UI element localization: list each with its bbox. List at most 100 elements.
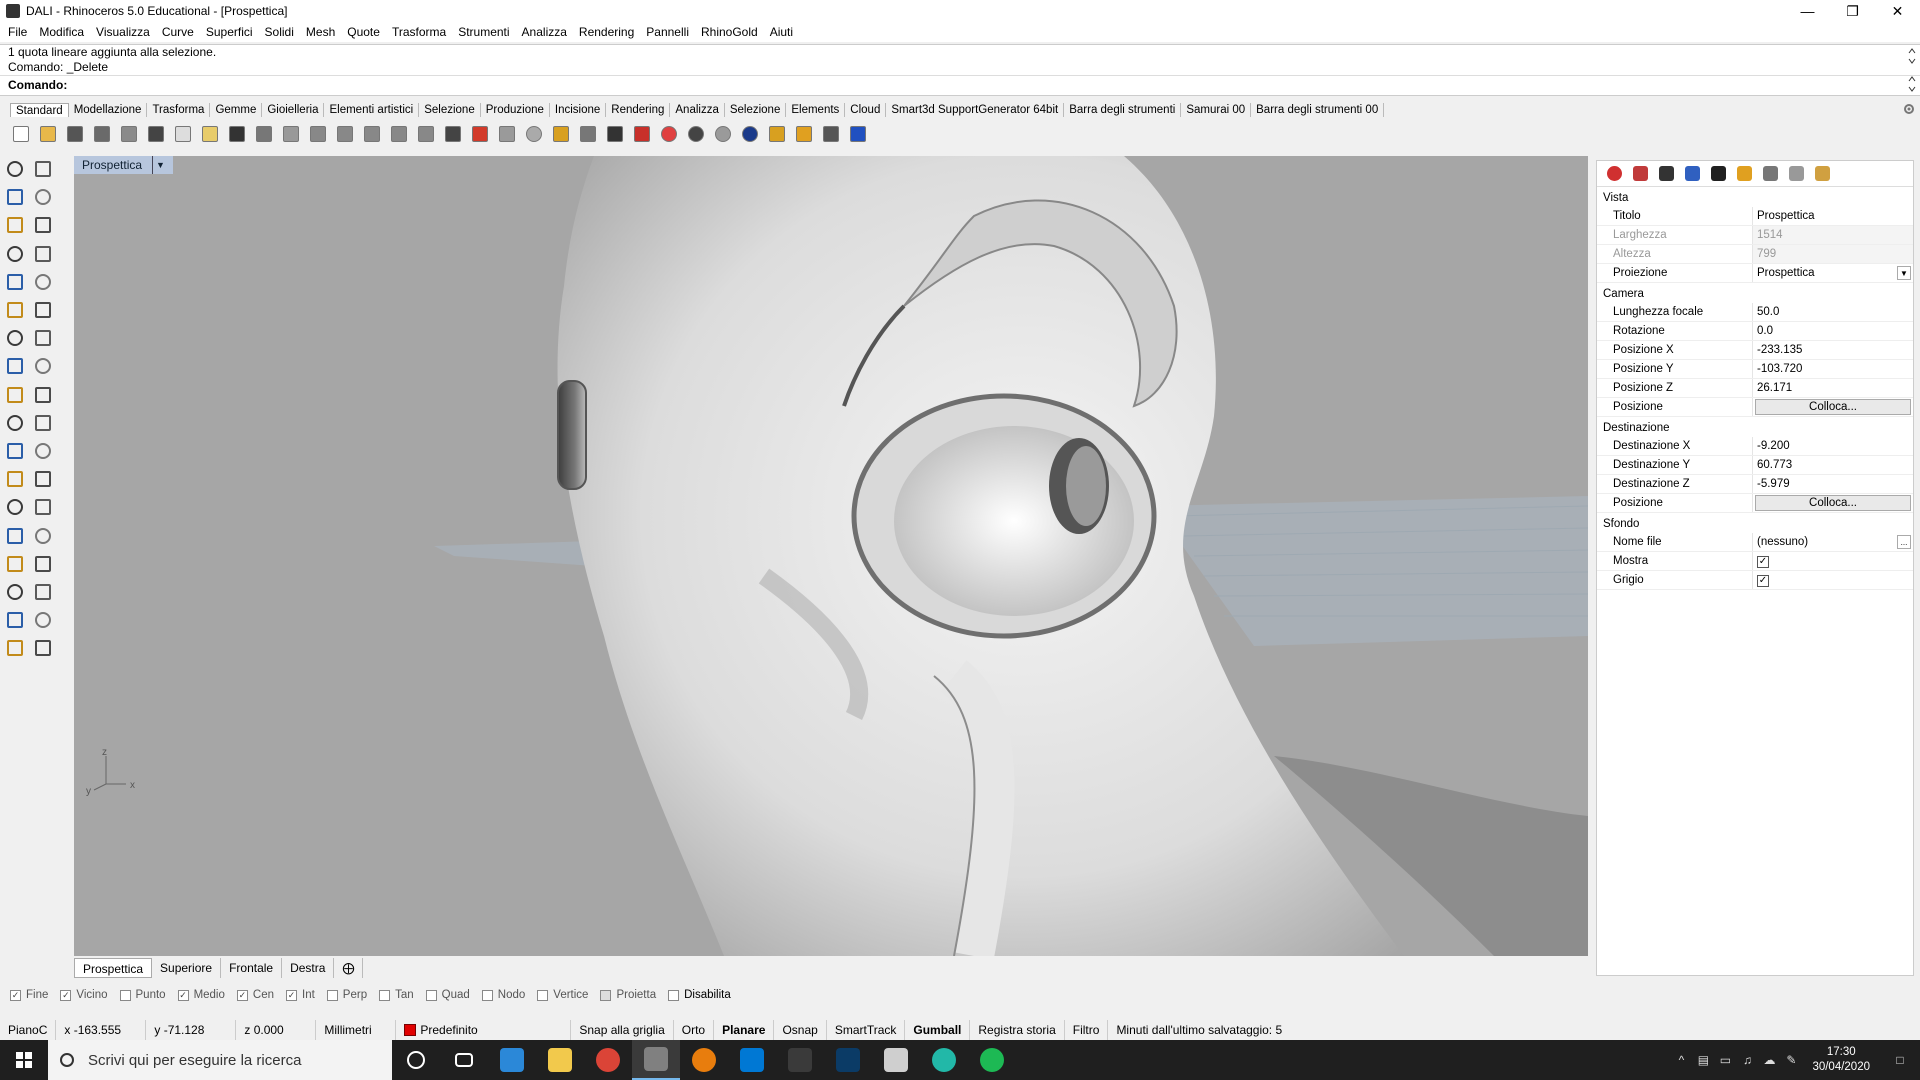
store-icon[interactable] bbox=[488, 1040, 536, 1080]
help-icon[interactable] bbox=[847, 123, 869, 145]
toggle-snap-grid[interactable]: Snap alla griglia bbox=[571, 1020, 674, 1040]
display-icon[interactable] bbox=[1653, 163, 1679, 185]
zoom-extents-icon[interactable] bbox=[361, 123, 383, 145]
property-value[interactable]: Colloca... bbox=[1753, 494, 1913, 512]
checkbox-icon[interactable]: ✓ bbox=[10, 989, 21, 1001]
four-viewports-icon[interactable] bbox=[442, 123, 464, 145]
curve-tools-icon[interactable] bbox=[32, 271, 54, 293]
checkbox-icon[interactable] bbox=[537, 989, 549, 1001]
toolbar-tab[interactable]: Gioielleria bbox=[262, 103, 325, 117]
colloca-button[interactable]: Colloca... bbox=[1755, 495, 1911, 511]
arc-icon[interactable] bbox=[4, 243, 26, 265]
colloca-button[interactable]: Colloca... bbox=[1755, 399, 1911, 415]
osnap-int[interactable]: ✓ Int bbox=[286, 989, 315, 1001]
toolbar-tab[interactable]: Gemme bbox=[210, 103, 263, 117]
toolbar-tab[interactable]: Barra degli strumenti 00 bbox=[1251, 103, 1385, 117]
property-value[interactable]: (nessuno)... bbox=[1753, 533, 1913, 551]
gear-icon[interactable] bbox=[793, 123, 815, 145]
menu-mesh[interactable]: Mesh bbox=[306, 25, 343, 39]
webex-icon[interactable] bbox=[920, 1040, 968, 1080]
undo-view-icon[interactable] bbox=[415, 123, 437, 145]
cloud-icon[interactable]: ☁ bbox=[1758, 1053, 1780, 1067]
color-wheel-icon[interactable] bbox=[658, 123, 680, 145]
new-file-icon[interactable] bbox=[10, 123, 32, 145]
checkbox-icon[interactable] bbox=[600, 989, 612, 1001]
layer-selector[interactable]: Predefinito bbox=[396, 1020, 572, 1040]
osnap-proietta[interactable]: Proietta bbox=[600, 989, 656, 1001]
toggle-planare[interactable]: Planare bbox=[714, 1020, 775, 1040]
cut-icon[interactable] bbox=[145, 123, 167, 145]
gold-icon[interactable] bbox=[32, 384, 54, 406]
zoom-window-icon[interactable] bbox=[334, 123, 356, 145]
toolbar-tab[interactable]: Modellazione bbox=[69, 103, 148, 117]
toolbar-tab[interactable]: Selezione bbox=[725, 103, 787, 117]
boolean-icon[interactable] bbox=[4, 384, 26, 406]
mesh-icon[interactable] bbox=[32, 355, 54, 377]
toggle-orto[interactable]: Orto bbox=[674, 1020, 715, 1040]
restore-icon[interactable]: ❐ bbox=[1830, 0, 1875, 22]
display-icon[interactable]: ▭ bbox=[1714, 1053, 1736, 1067]
property-value[interactable]: ✓ bbox=[1753, 552, 1913, 570]
minimize-icon[interactable]: — bbox=[1785, 0, 1830, 22]
polygon-icon[interactable] bbox=[4, 271, 26, 293]
toolbar-tab[interactable]: Rendering bbox=[606, 103, 671, 117]
menu-trasforma[interactable]: Trasforma bbox=[392, 25, 454, 39]
chevron-down-icon[interactable]: ▼ bbox=[152, 156, 165, 174]
add-viewport-icon[interactable]: ⨁ bbox=[334, 958, 364, 978]
select-points-icon[interactable] bbox=[550, 123, 572, 145]
calculator-icon[interactable] bbox=[776, 1040, 824, 1080]
grid-array-icon[interactable] bbox=[4, 581, 26, 603]
menu-rendering[interactable]: Rendering bbox=[579, 25, 642, 39]
checkbox-icon[interactable] bbox=[119, 989, 131, 1001]
layer-icon[interactable] bbox=[631, 123, 653, 145]
toolbar-tab[interactable]: Produzione bbox=[481, 103, 550, 117]
task-view-icon[interactable] bbox=[440, 1040, 488, 1080]
light-icon[interactable] bbox=[1731, 163, 1757, 185]
history-icon[interactable] bbox=[1757, 163, 1783, 185]
layer-icon[interactable] bbox=[1627, 163, 1653, 185]
toolbar-tab[interactable]: Selezione bbox=[419, 103, 481, 117]
units-label[interactable]: Millimetri bbox=[316, 1020, 397, 1040]
toolbar-tab[interactable]: Cloud bbox=[845, 103, 887, 117]
zoom-icon[interactable] bbox=[307, 123, 329, 145]
file-explorer-icon[interactable] bbox=[536, 1040, 584, 1080]
analyze-icon[interactable] bbox=[32, 553, 54, 575]
toolbar-tab[interactable]: Smart3d SupportGenerator 64bit bbox=[886, 103, 1065, 117]
toggle-osnap[interactable]: Osnap bbox=[774, 1020, 827, 1040]
checkbox-icon[interactable]: ✓ bbox=[1757, 575, 1769, 587]
blender-icon[interactable] bbox=[680, 1040, 728, 1080]
menu-modifica[interactable]: Modifica bbox=[39, 25, 92, 39]
menu-pannelli[interactable]: Pannelli bbox=[646, 25, 697, 39]
osnap-vicino[interactable]: ✓ Vicino bbox=[60, 989, 108, 1001]
toolbar-tab[interactable]: Elementi artistici bbox=[324, 103, 420, 117]
tab-frontale[interactable]: Frontale bbox=[221, 958, 283, 978]
transform-icon[interactable] bbox=[32, 412, 54, 434]
toolbar-tab[interactable]: Barra degli strumenti bbox=[1064, 103, 1182, 117]
property-value[interactable]: -5.979 bbox=[1753, 475, 1913, 493]
rhinogold-icon[interactable] bbox=[1705, 163, 1731, 185]
align-icon[interactable] bbox=[32, 525, 54, 547]
light-bulb-icon[interactable] bbox=[577, 123, 599, 145]
property-value[interactable]: Colloca... bbox=[1753, 398, 1913, 416]
tab-destra[interactable]: Destra bbox=[282, 958, 335, 978]
box-icon[interactable] bbox=[4, 327, 26, 349]
osnap-perp[interactable]: Perp bbox=[326, 989, 367, 1001]
osnap-vertice[interactable]: Vertice bbox=[537, 989, 588, 1001]
browse-button[interactable]: ... bbox=[1897, 535, 1911, 549]
wrap-icon[interactable] bbox=[32, 609, 54, 631]
checkbox-icon[interactable]: ✓ bbox=[60, 989, 72, 1001]
shaded-sphere-icon[interactable] bbox=[685, 123, 707, 145]
toolbar-tab[interactable]: Elements bbox=[786, 103, 846, 117]
target-icon[interactable] bbox=[523, 123, 545, 145]
osnap-fine[interactable]: ✓ Fine bbox=[10, 989, 48, 1001]
filter-icon[interactable] bbox=[766, 123, 788, 145]
viewport-title[interactable]: Prospettica ▼ bbox=[74, 156, 173, 174]
menu-analizza[interactable]: Analizza bbox=[522, 25, 575, 39]
osnap-punto[interactable]: Punto bbox=[119, 989, 166, 1001]
help-icon[interactable] bbox=[1679, 163, 1705, 185]
property-value[interactable]: Prospettica bbox=[1753, 207, 1913, 225]
color-wheel-icon[interactable] bbox=[1601, 163, 1627, 185]
toolbar-tab[interactable]: Trasforma bbox=[147, 103, 211, 117]
menu-aiuti[interactable]: Aiuti bbox=[770, 25, 801, 39]
toolbar-tab[interactable]: Standard bbox=[10, 103, 69, 117]
